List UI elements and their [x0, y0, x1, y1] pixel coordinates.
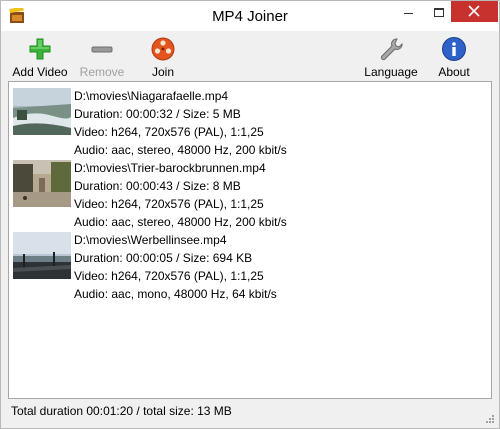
file-audio-info: Audio: aac, stereo, 48000 Hz, 200 kbit/s [74, 143, 287, 157]
remove-label: Remove [79, 65, 125, 79]
toolbar: Add Video Remove Join Language About [1, 31, 499, 81]
file-audio-info: Audio: aac, stereo, 48000 Hz, 200 kbit/s [74, 215, 287, 229]
file-video-info: Video: h264, 720x576 (PAL), 1:1,25 [74, 269, 264, 283]
status-bar: Total duration 00:01:20 / total size: 13… [1, 399, 499, 428]
language-label: Language [364, 65, 418, 79]
file-audio-info: Audio: aac, mono, 48000 Hz, 64 kbit/s [74, 287, 277, 301]
video-thumbnail [13, 88, 71, 135]
minus-icon [91, 46, 113, 53]
wrench-icon [380, 38, 403, 61]
file-duration: Duration: 00:00:32 / Size: 5 MB [74, 107, 241, 121]
file-duration: Duration: 00:00:05 / Size: 694 KB [74, 251, 253, 265]
video-thumbnail [13, 160, 71, 207]
maximize-button[interactable] [424, 1, 454, 27]
join-label: Join [151, 65, 174, 79]
join-button[interactable]: Join [148, 36, 178, 80]
add-video-label: Add Video [12, 65, 68, 79]
about-button[interactable]: About [435, 36, 473, 80]
film-reel-icon [151, 37, 175, 61]
minimize-icon [404, 13, 413, 14]
file-video-info: Video: h264, 720x576 (PAL), 1:1,25 [74, 125, 264, 139]
language-button[interactable]: Language [363, 36, 419, 80]
file-path: D:\movies\Niagarafaelle.mp4 [74, 89, 229, 103]
maximize-icon [434, 8, 444, 17]
close-button[interactable] [451, 1, 498, 22]
title-bar[interactable]: MP4 Joiner [1, 1, 499, 31]
file-video-info: Video: h264, 720x576 (PAL), 1:1,25 [74, 197, 264, 211]
remove-button[interactable]: Remove [78, 36, 126, 80]
minimize-button[interactable] [393, 1, 423, 27]
list-item[interactable]: D:\movies\Niagarafaelle.mp4 Duration: 00… [13, 87, 483, 159]
resize-grip-icon[interactable] [485, 414, 495, 424]
file-path: D:\movies\Werbellinsee.mp4 [74, 233, 227, 247]
video-thumbnail [13, 232, 71, 279]
file-path: D:\movies\Trier-barockbrunnen.mp4 [74, 161, 266, 175]
video-list[interactable]: D:\movies\Niagarafaelle.mp4 Duration: 00… [8, 81, 492, 399]
about-label: About [438, 65, 470, 79]
plus-icon [29, 38, 51, 60]
close-icon [468, 5, 480, 17]
app-window: MP4 Joiner Add Video Remove Join Languag… [0, 0, 500, 429]
list-item[interactable]: D:\movies\Trier-barockbrunnen.mp4 Durati… [13, 159, 483, 231]
status-text: Total duration 00:01:20 / total size: 13… [11, 404, 232, 418]
add-video-button[interactable]: Add Video [11, 36, 69, 80]
info-icon [442, 37, 466, 61]
list-item[interactable]: D:\movies\Werbellinsee.mp4 Duration: 00:… [13, 231, 483, 303]
file-duration: Duration: 00:00:43 / Size: 8 MB [74, 179, 241, 193]
